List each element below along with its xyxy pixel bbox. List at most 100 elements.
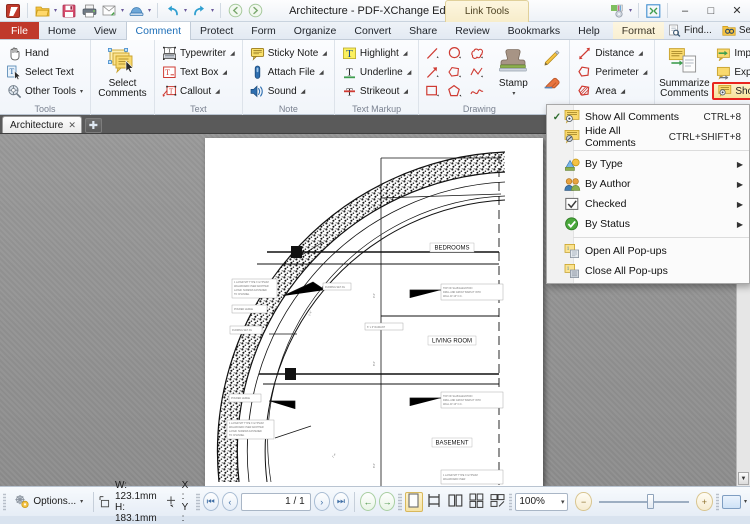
save-icon[interactable] [59,1,79,20]
customize-toolbar-icon[interactable] [607,1,627,20]
callout-button[interactable]: T Callout ◢ [158,82,239,100]
menu-item-hide-all-comments[interactable]: Hide All Comments CTRL+SHIFT+8 [547,125,749,149]
email-dropdown-caret[interactable]: ▾ [119,1,126,20]
view-mode-thumbnail-button[interactable] [488,492,506,512]
distance-button[interactable]: Distance ◢ [573,44,651,62]
slider-knob[interactable] [646,494,654,509]
toolbar-grip[interactable] [196,492,200,511]
menu-item-by-status[interactable]: By Status ▶ [547,214,749,234]
first-page-button[interactable]: ⏮ [202,492,219,511]
stamp-button[interactable]: Stamp ▾ [488,44,538,100]
chevron-down-icon[interactable]: ◢ [643,69,648,76]
open-dropdown-caret[interactable]: ▾ [52,1,59,20]
previous-page-button[interactable]: ‹ [221,492,238,511]
chevron-down-icon[interactable]: ▾ [80,498,83,505]
tab-view[interactable]: View [85,22,126,39]
toolbar-grip[interactable] [715,492,719,511]
arrow-tool-button[interactable] [422,63,444,82]
toolbar-grip[interactable] [509,492,513,511]
chevron-down-icon[interactable]: ◢ [407,69,412,76]
polygon-tool-button[interactable] [444,63,466,82]
undo-dropdown-caret[interactable]: ▾ [182,1,189,20]
email-icon[interactable] [99,1,119,20]
chevron-down-icon[interactable]: ◢ [322,50,327,57]
eraser-tool-button[interactable] [538,71,566,93]
scan-icon[interactable] [126,1,146,20]
show-comments-button[interactable]: Show ▾ [712,82,750,100]
open-icon[interactable] [32,1,52,20]
new-tab-button[interactable]: ✚ [84,118,102,133]
export-button[interactable]: Export [712,63,750,81]
tab-convert[interactable]: Convert [345,22,400,39]
chevron-down-icon[interactable]: ◢ [403,88,408,95]
scroll-down-icon[interactable]: ▼ [738,472,749,485]
page-number-field[interactable]: 1 / 1 [240,492,311,511]
navigate-forward-button[interactable]: → [379,492,396,511]
tab-review[interactable]: Review [446,22,498,39]
maximize-button[interactable]: □ [698,0,724,22]
menu-item-show-all-comments[interactable]: ✓ Show All Comments CTRL+8 [547,107,749,127]
chevron-down-icon[interactable]: ◢ [230,50,235,57]
tab-organize[interactable]: Organize [285,22,346,39]
chevron-down-icon[interactable]: ◢ [301,88,306,95]
chevron-down-icon[interactable]: ◢ [215,88,220,95]
view-mode-two-page-cover-button[interactable] [467,492,485,512]
perimeter-button[interactable]: Perimeter ◢ [573,63,651,81]
zoom-slider[interactable] [595,493,694,511]
chevron-down-icon[interactable]: ▾ [80,88,83,95]
chevron-down-icon[interactable]: ▾ [561,498,565,506]
options-button[interactable]: Options... ▾ [9,491,88,512]
zoom-in-button[interactable]: + [696,492,713,511]
cloud-tool-button[interactable] [466,44,488,63]
menu-item-close-all-popups[interactable]: i Close All Pop-ups [547,261,749,281]
tab-protect[interactable]: Protect [191,22,242,39]
view-mode-continuous-button[interactable] [426,492,444,512]
chevron-down-icon[interactable]: ▾ [512,89,515,99]
ellipse-tool-button[interactable] [444,44,466,63]
context-tab-link-tools[interactable]: Link Tools [445,0,529,22]
strikeout-button[interactable]: T Strikeout ◢ [338,82,415,100]
chevron-down-icon[interactable]: ◢ [319,69,324,76]
show-comments-dropdown-menu[interactable]: ✓ Show All Comments CTRL+8 Hide All Comm… [546,104,750,284]
fullscreen-icon[interactable] [643,1,663,20]
undo-icon[interactable] [162,1,182,20]
view-mode-two-page-button[interactable] [446,492,464,512]
sound-button[interactable]: Sound ◢ [246,82,331,100]
document-tab-architecture[interactable]: Architecture ✕ [2,116,82,133]
zoom-out-button[interactable]: − [575,492,592,511]
tab-format[interactable]: Format [612,22,665,39]
select-comments-button[interactable]: Select Comments [94,44,151,100]
menu-item-by-author[interactable]: By Author ▶ [547,174,749,194]
pdf-page[interactable]: BEDROOMS LIVING ROOM BASEMENT 1 LAYER 5/… [205,138,543,486]
import-button[interactable]: Import [712,44,750,62]
tab-comment[interactable]: Comment [125,22,192,40]
line-tool-button[interactable] [422,44,444,63]
attach-file-button[interactable]: Attach File ◢ [246,63,331,81]
tab-share[interactable]: Share [400,22,446,39]
typewriter-button[interactable]: T Typewriter ◢ [158,44,239,62]
zoom-level-field[interactable]: 100% ▾ [515,492,569,511]
pencil-tool-button[interactable] [538,48,566,70]
redo-icon[interactable] [189,1,209,20]
tab-form[interactable]: Form [242,22,285,39]
fit-page-button[interactable] [721,494,741,509]
underline-button[interactable]: T Underline ◢ [338,63,415,81]
minimize-button[interactable]: – [672,0,698,22]
last-page-button[interactable]: ⏭ [332,492,350,511]
toolbar-grip[interactable] [398,492,402,511]
highlight-button[interactable]: T Highlight ◢ [338,44,415,62]
chevron-down-icon[interactable]: ◢ [222,69,227,76]
tab-help[interactable]: Help [569,22,609,39]
navigate-back-button[interactable]: ← [359,492,377,511]
hand-tool-button[interactable]: Hand [3,44,87,62]
rectangle-tool-button[interactable] [422,82,444,101]
view-mode-single-page-button[interactable] [404,491,423,512]
print-icon[interactable] [79,1,99,20]
toolbar-grip[interactable] [3,492,7,511]
polyline-tool-button[interactable] [466,63,488,82]
customize-caret[interactable]: ▾ [627,1,634,20]
close-button[interactable]: ✕ [724,0,750,22]
tab-file[interactable]: File [0,22,39,39]
search-button[interactable]: Search... [718,23,750,39]
scan-dropdown-caret[interactable]: ▾ [146,1,153,20]
